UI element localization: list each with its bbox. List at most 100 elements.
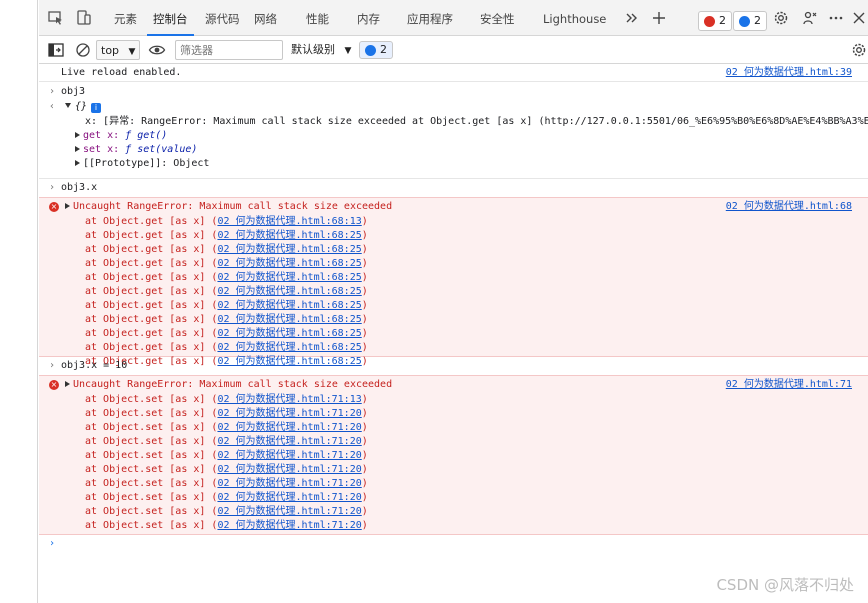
settings-gear-icon[interactable] — [772, 9, 790, 27]
messages-count: 2 — [754, 14, 761, 27]
stack-frame-link[interactable]: 02 何为数据代理.html:71:20 — [217, 408, 361, 419]
error-header[interactable]: Uncaught RangeError: Maximum call stack … — [65, 378, 392, 392]
stack-frame-link[interactable]: 02 何为数据代理.html:68:25 — [217, 328, 361, 339]
stack-frame-link[interactable]: 02 何为数据代理.html:71:20 — [217, 478, 361, 489]
errors-count: 2 — [719, 14, 726, 27]
error-header[interactable]: Uncaught RangeError: Maximum call stack … — [65, 200, 392, 214]
clear-console-icon[interactable] — [74, 41, 92, 59]
console-output: Live reload enabled. 02 何为数据代理.html:39 ›… — [39, 64, 868, 603]
stack-frame-link[interactable]: 02 何为数据代理.html:71:20 — [217, 450, 361, 461]
tab-performance[interactable]: 性能 — [306, 0, 329, 36]
error-source-link[interactable]: 02 何为数据代理.html:71 — [726, 378, 852, 392]
sidebar-toggle-icon[interactable] — [47, 41, 65, 59]
stack-frame: at Object.set [as x] (02 何为数据代理.html:71:… — [85, 421, 368, 435]
tab-security[interactable]: 安全性 — [480, 0, 515, 36]
stack-frame-close-paren: ) — [361, 258, 368, 269]
stack-frame-link[interactable]: 02 何为数据代理.html:71:13 — [217, 394, 361, 405]
more-options-icon[interactable] — [827, 9, 845, 27]
result-chevron-icon: ‹ — [49, 101, 56, 112]
messages-badge[interactable]: 2 — [733, 11, 767, 31]
tab-lighthouse[interactable]: Lighthouse — [543, 0, 606, 36]
stack-frame-link[interactable]: 02 何为数据代理.html:68:25 — [217, 258, 361, 269]
prompt-chevron-icon: › — [49, 538, 56, 549]
error-message-get: × Uncaught RangeError: Maximum call stac… — [39, 197, 868, 367]
stack-frame-close-paren: ) — [361, 436, 368, 447]
stack-frame-prefix: at Object.set [as x] ( — [85, 478, 218, 489]
issues-message-icon — [365, 45, 376, 56]
stack-frame-link[interactable]: 02 何为数据代理.html:71:20 — [217, 506, 361, 517]
stack-frame-link[interactable]: 02 何为数据代理.html:71:20 — [217, 520, 361, 531]
inspect-element-icon[interactable] — [47, 9, 65, 27]
chevron-down-icon: ▼ — [128, 47, 136, 57]
stack-frame-link[interactable]: 02 何为数据代理.html:71:20 — [217, 436, 361, 447]
log-source-link[interactable]: 02 何为数据代理.html:39 — [726, 66, 852, 80]
errors-badge[interactable]: 2 — [698, 11, 732, 31]
stack-frame-prefix: at Object.set [as x] ( — [85, 422, 218, 433]
stack-frame-link[interactable]: 02 何为数据代理.html:71:20 — [217, 492, 361, 503]
stack-frame-close-paren: ) — [361, 394, 368, 405]
command-text: obj3.x = 10 — [61, 360, 128, 371]
stack-frame-link[interactable]: 02 何为数据代理.html:71:20 — [217, 422, 361, 433]
tab-network[interactable]: 网络 — [254, 0, 277, 36]
setter-key: set x: — [83, 144, 126, 155]
input-chevron-icon: › — [49, 182, 56, 193]
console-toolbar: top ▼ 默认级别 ▼ 2 — [39, 37, 868, 64]
stack-frame-close-paren: ) — [361, 272, 368, 283]
stack-frame-link[interactable]: 02 何为数据代理.html:68:25 — [217, 272, 361, 283]
tab-console[interactable]: 控制台 — [147, 0, 193, 36]
filter-input[interactable] — [175, 40, 283, 60]
stack-frame-link[interactable]: 02 何为数据代理.html:68:25 — [217, 300, 361, 311]
object-header[interactable]: {} i — [65, 100, 102, 114]
object-setter[interactable]: set x: ƒ set(value) — [75, 143, 197, 157]
add-tab-icon[interactable] — [650, 9, 668, 27]
expanded-triangle-icon — [65, 103, 71, 108]
stack-frame-prefix: at Object.set [as x] ( — [85, 492, 218, 503]
stack-frame-link[interactable]: 02 何为数据代理.html:68:25 — [217, 286, 361, 297]
stack-frame-prefix: at Object.set [as x] ( — [85, 408, 218, 419]
close-devtools-icon[interactable] — [850, 9, 868, 27]
stack-frame-prefix: at Object.get [as x] ( — [85, 342, 218, 353]
stack-frame-prefix: at Object.set [as x] ( — [85, 436, 218, 447]
stack-frame-close-paren: ) — [361, 492, 368, 503]
stack-frame-prefix: at Object.set [as x] ( — [85, 464, 218, 475]
stack-frame-close-paren: ) — [361, 216, 368, 227]
more-tabs-icon[interactable] — [623, 9, 641, 27]
console-settings-gear-icon[interactable] — [850, 41, 868, 59]
error-count-icon — [704, 16, 715, 27]
tab-sources[interactable]: 源代码 — [205, 0, 240, 36]
stack-frame-close-paren: ) — [361, 478, 368, 489]
object-getter[interactable]: get x: ƒ get() — [75, 129, 167, 143]
stack-frame-link[interactable]: 02 何为数据代理.html:68:25 — [217, 342, 361, 353]
device-toolbar-icon[interactable] — [75, 9, 93, 27]
stack-frame-prefix: at Object.get [as x] ( — [85, 272, 218, 283]
live-expression-eye-icon[interactable] — [148, 41, 166, 59]
customize-icon[interactable] — [801, 9, 819, 27]
stack-frame-prefix: at Object.get [as x] ( — [85, 258, 218, 269]
tab-application[interactable]: 应用程序 — [407, 0, 453, 36]
stack-frame-close-paren: ) — [361, 300, 368, 311]
log-level-label: 默认级别 — [291, 43, 335, 56]
stack-frame-close-paren: ) — [361, 408, 368, 419]
collapsed-triangle-icon — [65, 203, 70, 209]
stack-frame: at Object.get [as x] (02 何为数据代理.html:68:… — [85, 257, 368, 271]
stack-frame-close-paren: ) — [361, 464, 368, 475]
log-level-dropdown[interactable]: 默认级别 ▼ — [291, 40, 351, 60]
stack-frame-link[interactable]: 02 何为数据代理.html:71:20 — [217, 464, 361, 475]
stack-frame-close-paren: ) — [361, 244, 368, 255]
tab-memory[interactable]: 内存 — [357, 0, 380, 36]
stack-frame-link[interactable]: 02 何为数据代理.html:68:25 — [217, 244, 361, 255]
console-prompt[interactable]: › — [39, 535, 868, 553]
stack-frame-prefix: at Object.set [as x] ( — [85, 450, 218, 461]
tab-elements[interactable]: 元素 — [114, 0, 137, 36]
issues-badge[interactable]: 2 — [359, 41, 393, 59]
object-prototype[interactable]: [[Prototype]]: Object — [75, 157, 209, 171]
stack-frame-prefix: at Object.get [as x] ( — [85, 314, 218, 325]
devtools-panel: 元素 控制台 源代码 网络 性能 内存 应用程序 安全性 Lighthouse … — [39, 0, 868, 603]
stack-frame-link[interactable]: 02 何为数据代理.html:68:13 — [217, 216, 361, 227]
error-source-link[interactable]: 02 何为数据代理.html:68 — [726, 200, 852, 214]
stack-frame-link[interactable]: 02 何为数据代理.html:68:25 — [217, 314, 361, 325]
stack-frame-link[interactable]: 02 何为数据代理.html:68:25 — [217, 230, 361, 241]
getter-key: get x: — [83, 130, 126, 141]
stack-frame-close-paren: ) — [361, 450, 368, 461]
context-select[interactable]: top ▼ — [96, 40, 141, 60]
